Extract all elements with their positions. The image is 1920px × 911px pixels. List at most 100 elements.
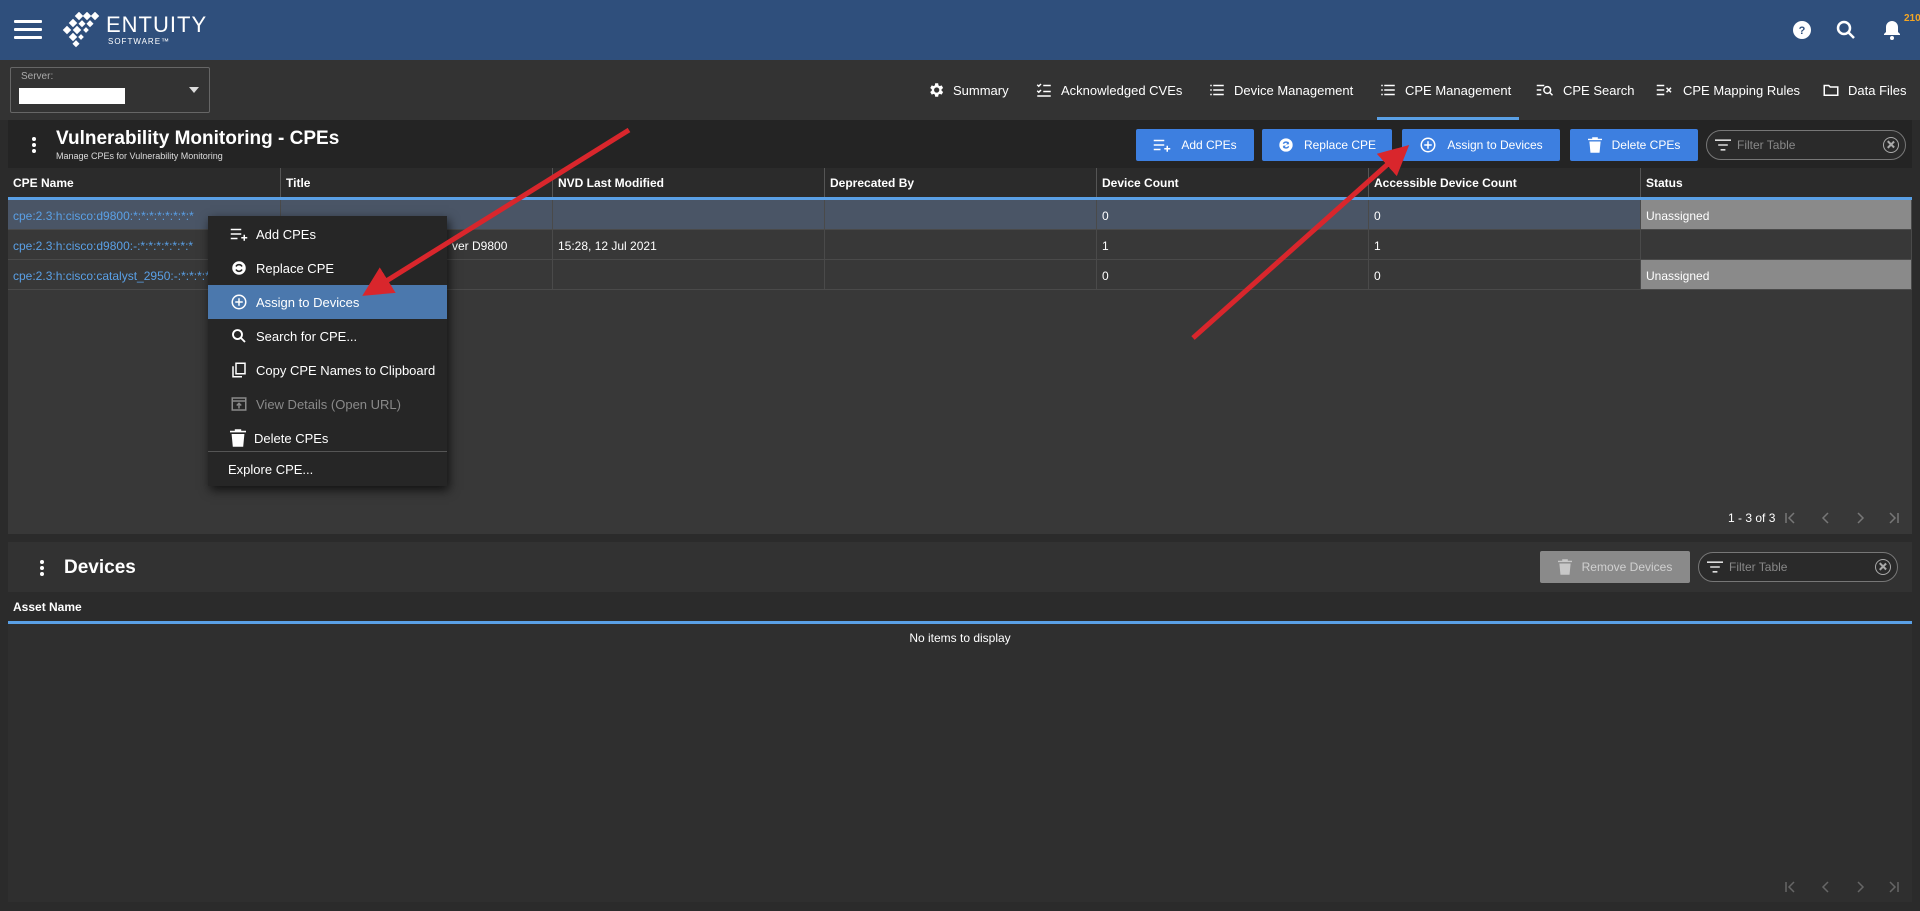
status-badge: Unassigned: [1641, 260, 1912, 289]
filter-placeholder: Filter Table: [1729, 560, 1788, 574]
col-device-count[interactable]: Device Count: [1097, 168, 1369, 197]
mapping-icon: [1656, 84, 1672, 96]
cell-nvd: [553, 200, 825, 229]
tab-label: Summary: [953, 83, 1009, 98]
prev-page-icon[interactable]: [1818, 510, 1834, 526]
cell-accessible-count: 0: [1369, 200, 1641, 229]
pagination-range: 1 - 3 of 3: [1728, 511, 1776, 525]
filter-placeholder: Filter Table: [1737, 138, 1796, 152]
first-page-icon[interactable]: [1782, 510, 1798, 526]
tab-cpe-mapping-rules[interactable]: CPE Mapping Rules: [1655, 80, 1800, 120]
cell-device-count: 0: [1097, 260, 1369, 289]
menu-icon[interactable]: [14, 16, 42, 42]
clear-icon[interactable]: [1875, 559, 1891, 575]
add-circle-icon: [1420, 137, 1436, 153]
menu-item-search-for-cpe[interactable]: Search for CPE...: [208, 319, 447, 353]
help-icon[interactable]: ?: [1790, 18, 1814, 42]
tab-label: CPE Mapping Rules: [1683, 83, 1801, 98]
list-icon: [1210, 84, 1224, 96]
replace-cpe-button[interactable]: Replace CPE: [1262, 129, 1392, 161]
app-header: ENTUITY SOFTWARE™ ? 210: [0, 0, 1920, 60]
last-page-icon[interactable]: [1886, 510, 1902, 526]
col-deprecated-by[interactable]: Deprecated By: [825, 168, 1097, 197]
tab-cpe-search[interactable]: CPE Search: [1535, 80, 1635, 120]
button-label: Remove Devices: [1581, 560, 1673, 574]
tab-label: Device Management: [1234, 83, 1354, 98]
button-label: Delete CPEs: [1611, 138, 1681, 152]
bell-icon[interactable]: [1880, 18, 1904, 42]
next-page-icon[interactable]: [1852, 879, 1868, 895]
last-page-icon[interactable]: [1886, 879, 1902, 895]
col-asset-name[interactable]: Asset Name: [8, 592, 308, 621]
menu-item-explore-cpe[interactable]: Explore CPE...: [208, 452, 447, 486]
assign-to-devices-button[interactable]: Assign to Devices: [1402, 129, 1560, 161]
checklist-icon: [1036, 83, 1051, 97]
copy-icon: [232, 362, 246, 378]
menu-item-label: Add CPEs: [256, 226, 316, 242]
list-search-icon: [1536, 84, 1554, 96]
add-cpes-button[interactable]: Add CPEs: [1136, 129, 1254, 161]
delete-cpes-button[interactable]: Delete CPEs: [1570, 129, 1698, 161]
server-value: [19, 88, 125, 104]
cell-device-count: 1: [1097, 230, 1369, 259]
button-label: Assign to Devices: [1447, 138, 1543, 152]
first-page-icon[interactable]: [1782, 879, 1798, 895]
remove-devices-button[interactable]: Remove Devices: [1540, 551, 1690, 583]
filter-icon: [1707, 561, 1723, 573]
menu-item-delete-cpes[interactable]: Delete CPEs: [208, 421, 447, 455]
table-header: CPE Name Title NVD Last Modified Depreca…: [8, 168, 1912, 200]
server-select[interactable]: Server:: [10, 67, 210, 113]
add-circle-icon: [231, 294, 247, 310]
server-label: Server:: [21, 71, 54, 82]
cell-deprecated: [825, 200, 1097, 229]
cell-deprecated: [825, 230, 1097, 259]
devices-filter-input[interactable]: Filter Table: [1698, 552, 1898, 582]
more-vert-icon[interactable]: [29, 135, 39, 155]
menu-item-replace-cpe[interactable]: Replace CPE: [208, 251, 447, 285]
tab-cpe-management[interactable]: CPE Management: [1376, 80, 1520, 120]
status-cell: [1641, 230, 1912, 259]
caret-down-icon: [189, 87, 199, 93]
menu-item-label: Replace CPE: [256, 260, 335, 276]
cpe-filter-input[interactable]: Filter Table: [1706, 130, 1906, 160]
page-title: Vulnerability Monitoring - CPEs: [56, 128, 340, 149]
menu-item-assign-to-devices[interactable]: Assign to Devices: [208, 285, 447, 319]
page-subtitle: Manage CPEs for Vulnerability Monitoring: [56, 151, 223, 161]
menu-item-label: Explore CPE...: [228, 461, 314, 477]
menu-item-add-cpes[interactable]: Add CPEs: [208, 217, 447, 251]
trash-icon: [1587, 137, 1602, 153]
prev-page-icon[interactable]: [1818, 879, 1834, 895]
col-status[interactable]: Status: [1641, 168, 1912, 197]
tab-data-files[interactable]: Data Files: [1822, 80, 1907, 120]
col-nvd-last-modified[interactable]: NVD Last Modified: [553, 168, 825, 197]
devices-title: Devices: [64, 557, 136, 578]
menu-item-copy-cpe-names[interactable]: Copy CPE Names to Clipboard: [208, 353, 447, 387]
next-page-icon[interactable]: [1852, 510, 1868, 526]
devices-table-header: Asset Name: [8, 592, 1912, 624]
menu-item-label: Copy CPE Names to Clipboard: [256, 362, 436, 378]
folder-icon: [1823, 84, 1839, 96]
menu-item-label: Delete CPEs: [254, 430, 329, 446]
brand-subtitle: SOFTWARE™: [108, 37, 171, 46]
replace-icon: [1279, 138, 1293, 152]
col-cpe-name[interactable]: CPE Name: [8, 168, 281, 197]
tab-acknowledged-cves[interactable]: Acknowledged CVEs: [1035, 80, 1182, 120]
search-icon[interactable]: [1834, 18, 1858, 42]
add-list-icon: [1154, 139, 1171, 152]
notification-badge: 210: [1904, 13, 1920, 24]
list-icon: [1381, 84, 1395, 96]
col-title[interactable]: Title: [281, 168, 553, 197]
cell-deprecated: [825, 260, 1097, 289]
clear-icon[interactable]: [1883, 137, 1899, 153]
button-label: Add CPEs: [1181, 138, 1237, 152]
cell-nvd: 15:28, 12 Jul 2021: [553, 230, 825, 259]
entuity-logo-icon: [62, 12, 100, 48]
tab-device-management[interactable]: Device Management: [1208, 80, 1353, 120]
brand-name: ENTUITY: [106, 12, 208, 37]
tab-summary[interactable]: Summary: [927, 80, 1009, 120]
more-vert-icon[interactable]: [37, 558, 47, 578]
col-accessible-device-count[interactable]: Accessible Device Count: [1369, 168, 1641, 197]
cell-accessible-count: 1: [1369, 230, 1641, 259]
tab-label: CPE Search: [1563, 83, 1635, 98]
menu-item-view-details[interactable]: View Details (Open URL): [208, 387, 447, 421]
